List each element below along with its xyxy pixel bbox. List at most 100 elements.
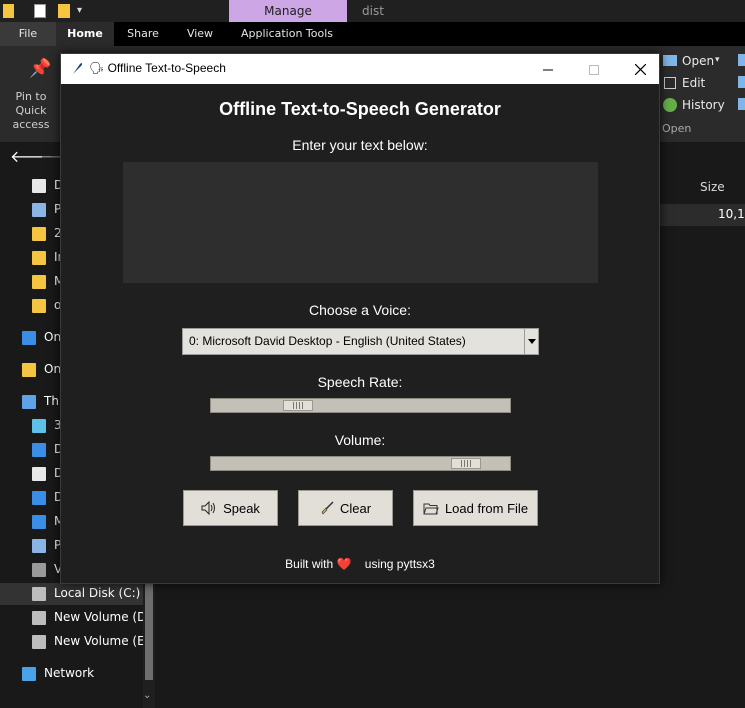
edit-button[interactable]: Edit — [682, 76, 705, 90]
sidebar-item[interactable]: 3 — [32, 418, 62, 433]
clear-button-label: Clear — [339, 500, 372, 516]
sidebar-item-label: On — [44, 330, 62, 344]
select-icon — [738, 98, 745, 110]
sidebar-item[interactable]: On — [22, 362, 61, 377]
text-input-label: Enter your text below: — [292, 137, 428, 153]
document-icon — [32, 178, 46, 193]
speech-rate-label: Speech Rate: — [317, 374, 403, 390]
sidebar-item-label: Network — [44, 666, 95, 680]
broom-icon — [321, 501, 334, 515]
sidebar-item-label: New Volume (E:) — [54, 634, 154, 648]
chevron-down-icon: ▾ — [715, 55, 720, 65]
pictures-icon — [32, 538, 46, 553]
voice-label: Choose a Voice: — [309, 302, 411, 318]
sidebar-item[interactable]: Network — [22, 666, 94, 681]
speech-rate-slider-thumb[interactable] — [283, 400, 313, 411]
feather-icon — [73, 63, 83, 74]
desktop-icon — [32, 442, 46, 457]
sidebar-item[interactable]: P — [32, 538, 61, 553]
tab-application-tools[interactable]: Application Tools — [228, 22, 346, 46]
speak-button-label: Speak — [223, 500, 260, 516]
sidebar-item[interactable]: V — [32, 562, 62, 577]
speak-button[interactable]: Speak — [183, 490, 278, 526]
sidebar-item[interactable]: o — [32, 298, 61, 313]
voice-dropdown[interactable]: 0: Microsoft David Desktop - English (Un… — [182, 328, 539, 355]
tab-view[interactable]: View — [172, 22, 228, 46]
speaker-icon — [201, 501, 216, 515]
sidebar-item[interactable]: Local Disk (C:) — [32, 586, 140, 601]
open-button[interactable]: Open — [682, 54, 714, 68]
network-icon — [22, 666, 36, 681]
tts-app-window: 🗣 Offline Text-to-Speech Offline Text-to… — [60, 53, 660, 584]
maximize-icon — [589, 64, 599, 75]
downloads-icon — [32, 490, 46, 505]
folder-icon — [32, 226, 46, 241]
volume-slider[interactable] — [210, 456, 511, 471]
sidebar-item[interactable]: Thi — [22, 394, 62, 409]
close-button[interactable] — [617, 54, 663, 84]
ribbon-tabs: File Home Share View Application Tools — [0, 22, 745, 46]
folder-icon — [32, 298, 46, 313]
title-bar[interactable]: 🗣 Offline Text-to-Speech — [61, 54, 659, 84]
new-folder-icon[interactable] — [58, 4, 70, 18]
drive-icon — [32, 634, 46, 649]
sidebar-item-label: On — [44, 362, 62, 376]
sidebar-item[interactable]: 2 — [32, 226, 62, 241]
file-size-value: 10,14 — [718, 207, 745, 221]
sidebar-item[interactable]: P — [32, 202, 61, 217]
open-icon — [663, 55, 677, 66]
sidebar-item[interactable]: On — [22, 330, 61, 345]
folder-icon — [32, 250, 46, 265]
sidebar-item[interactable]: D — [32, 490, 63, 505]
sidebar-item[interactable]: D — [32, 178, 63, 193]
scroll-down-icon[interactable]: ⌄ — [143, 690, 151, 701]
volume-slider-thumb[interactable] — [451, 458, 481, 469]
text-input-area[interactable] — [123, 162, 598, 283]
customize-toolbar-icon[interactable]: ▾ — [77, 5, 82, 16]
file-list-pane — [660, 172, 745, 708]
sidebar-item-label: Local Disk (C:) — [54, 586, 141, 600]
pin-to-quick-access-button[interactable]: Pin to Quick access — [4, 90, 58, 132]
voice-selected-value: 0: Microsoft David Desktop - English (Un… — [189, 334, 466, 348]
explorer-window-title: dist — [362, 4, 384, 18]
minimize-icon — [543, 69, 553, 70]
minimize-button[interactable] — [525, 54, 571, 84]
select-icon — [738, 76, 745, 88]
tab-file[interactable]: File — [0, 22, 56, 46]
history-button[interactable]: History — [682, 98, 725, 112]
volume-label: Volume: — [334, 432, 386, 448]
videos-icon — [32, 562, 46, 577]
sidebar-item[interactable]: D — [32, 466, 63, 481]
speaker-icon: 🗣 — [89, 61, 108, 75]
ribbon-group-label: Open — [662, 122, 692, 135]
clear-button[interactable]: Clear — [298, 490, 393, 526]
manage-contextual-tab[interactable]: Manage — [229, 0, 347, 22]
size-column-header[interactable]: Size — [700, 180, 725, 194]
maximize-button[interactable] — [571, 54, 617, 84]
edit-icon — [664, 77, 676, 89]
drive-icon — [32, 610, 46, 625]
properties-icon[interactable] — [34, 4, 46, 18]
folder-icon — [3, 4, 14, 18]
window-title: 🗣 Offline Text-to-Speech — [89, 61, 226, 75]
pin-icon: 📌 — [29, 58, 52, 79]
app-heading: Offline Text-to-Speech Generator — [219, 99, 501, 119]
speech-rate-slider[interactable] — [210, 398, 511, 413]
sidebar-item[interactable]: New Volume (E:) — [32, 634, 153, 649]
tab-share[interactable]: Share — [114, 22, 172, 46]
folder-icon — [32, 274, 46, 289]
document-icon — [32, 466, 46, 481]
onedrive-icon — [22, 330, 36, 345]
3d-objects-icon — [32, 418, 46, 433]
pictures-icon — [32, 202, 46, 217]
load-from-file-button[interactable]: Load from File — [413, 490, 538, 526]
sidebar-item[interactable]: New Volume (D: — [32, 610, 150, 625]
sidebar-item[interactable]: D — [32, 442, 63, 457]
dropdown-arrow-icon[interactable] — [524, 329, 538, 354]
drive-icon — [32, 586, 46, 601]
tab-home[interactable]: Home — [56, 22, 114, 46]
folder-icon — [22, 362, 36, 377]
folder-open-icon — [423, 503, 439, 514]
sidebar-item-label: New Volume (D: — [54, 610, 151, 624]
footer-text: Built with ❤️ using pyttsx3 — [285, 557, 435, 571]
